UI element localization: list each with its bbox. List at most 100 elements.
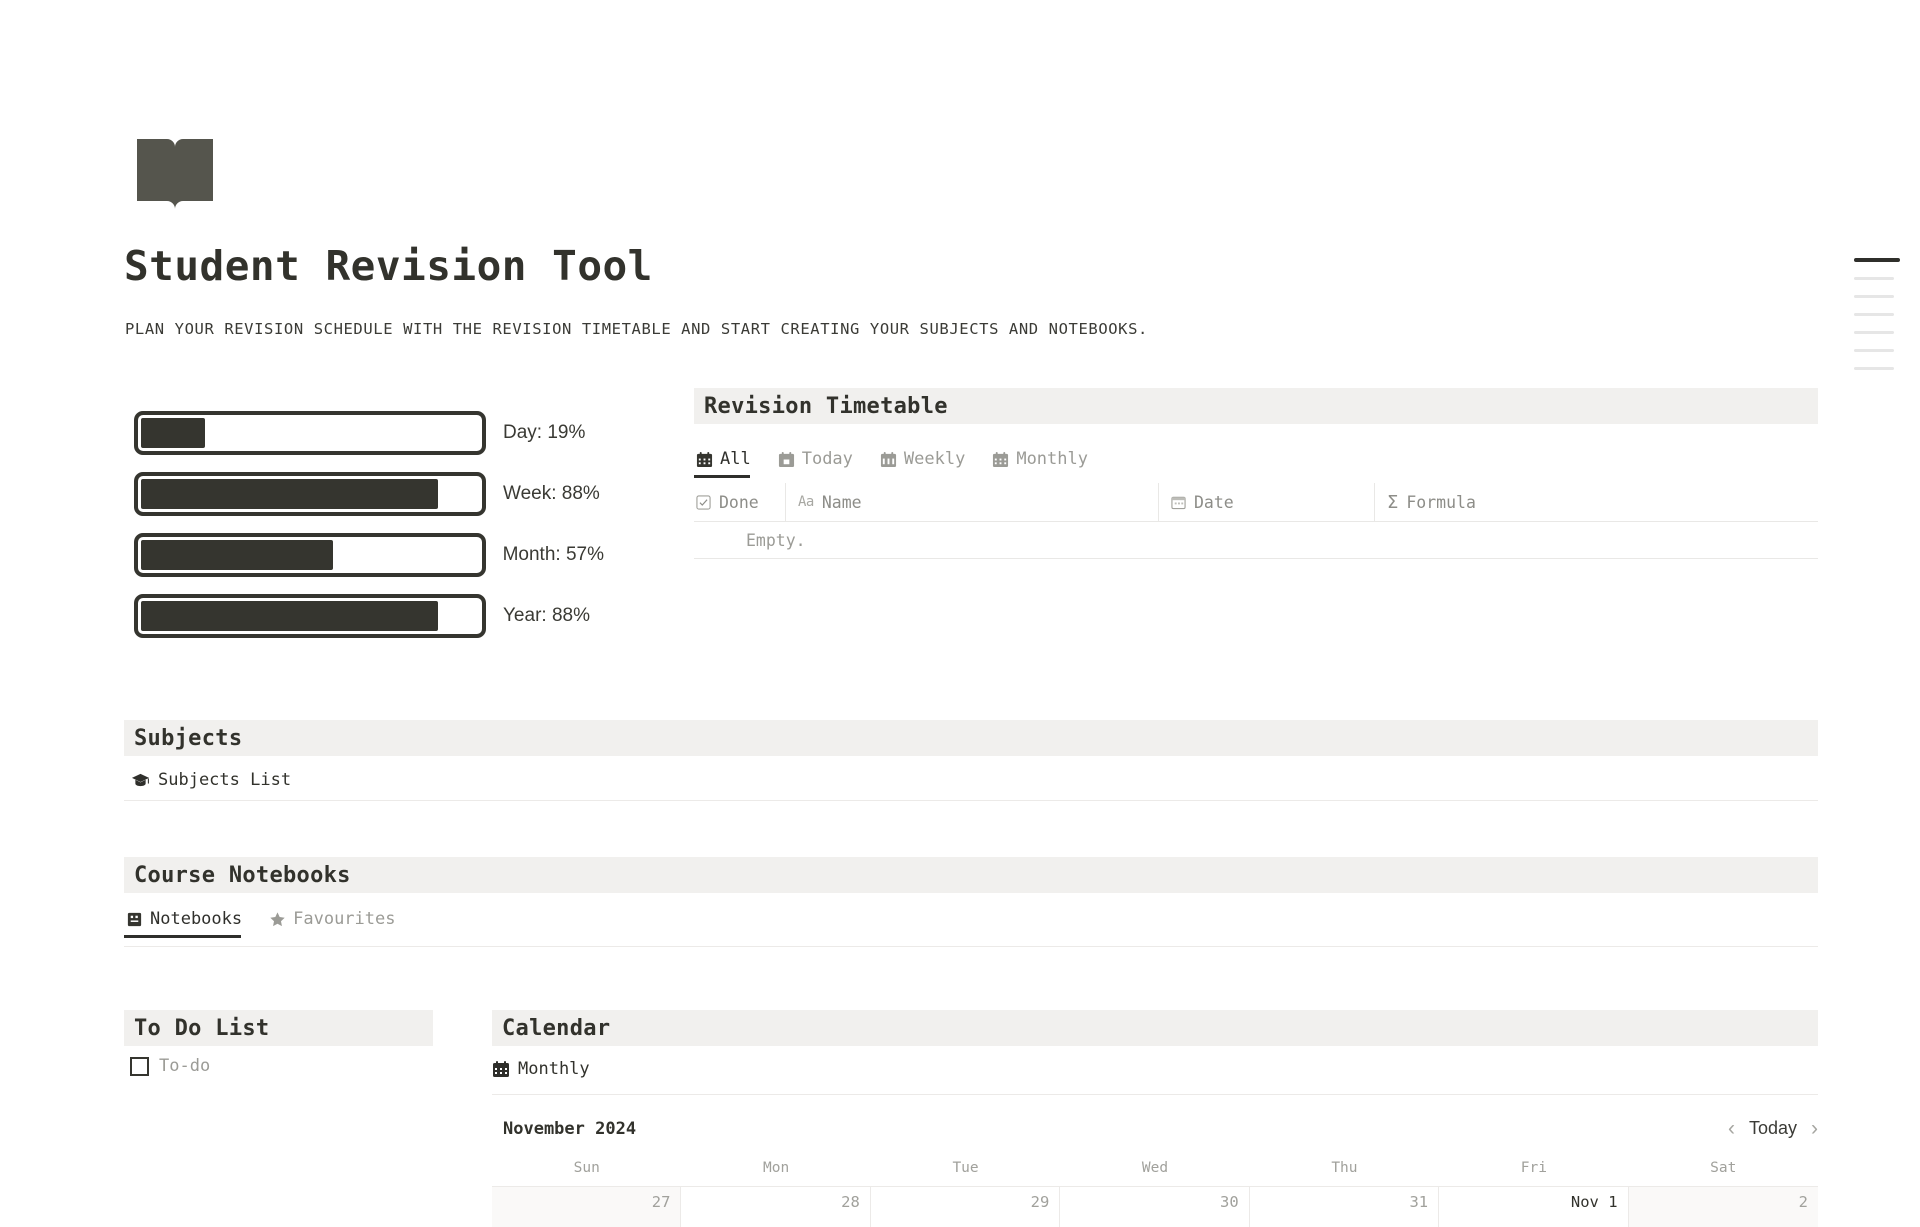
progress-label: Week: 88%	[503, 483, 600, 504]
text-aa-icon: Aa	[798, 494, 814, 510]
timetable-tabs[interactable]: All Today Weekly Monthly	[694, 436, 1113, 478]
section-title: Revision Timetable	[704, 393, 948, 419]
outline-dash[interactable]	[1854, 313, 1894, 316]
column-header-label: Date	[1194, 492, 1234, 512]
checkbox-icon	[696, 494, 711, 510]
section-header-revision-timetable: Revision Timetable	[694, 388, 1818, 424]
tab-weekly[interactable]: Weekly	[878, 449, 976, 478]
progress-summary: Day: 19% Week: 88% Month: 57% Year: 88%	[134, 408, 604, 652]
calendar-icon	[696, 451, 713, 468]
outline-dash[interactable]	[1854, 277, 1894, 280]
calendar-view-selector[interactable]: Monthly	[492, 1059, 590, 1079]
section-title: Calendar	[502, 1015, 611, 1041]
calendar-today-icon	[778, 451, 795, 468]
notebooks-divider	[124, 946, 1818, 947]
progress-fill	[141, 540, 334, 570]
progress-row: Day: 19%	[134, 408, 604, 458]
weekday-label: Mon	[763, 1160, 790, 1176]
calendar-weekday-header: Sun Mon Tue Wed Thu Fri Sat	[492, 1160, 1818, 1186]
section-title: Subjects	[134, 725, 243, 751]
outline-dash[interactable]	[1854, 349, 1894, 352]
weekday-label: Wed	[1141, 1160, 1169, 1176]
todo-item[interactable]: To-do	[130, 1056, 210, 1076]
section-title: To Do List	[134, 1015, 270, 1041]
calendar-day-cell[interactable]: 28	[681, 1187, 871, 1227]
page-title: Student Revision Tool	[124, 242, 653, 290]
chevron-left-icon[interactable]: ‹	[1728, 1118, 1735, 1139]
calendar-week-icon	[880, 451, 897, 468]
calendar-day-cell[interactable]: 31	[1249, 1187, 1440, 1227]
column-header-date[interactable]: Date	[1159, 483, 1375, 521]
calendar-month-icon	[992, 451, 1009, 468]
section-header-calendar: Calendar	[492, 1010, 1818, 1046]
weekday-label: Tue	[952, 1160, 979, 1176]
column-header-done[interactable]: Done	[694, 483, 786, 521]
progress-label: Month: 57%	[502, 544, 604, 565]
notebooks-tabs[interactable]: Notebooks Favourites	[124, 896, 420, 938]
tab-label: Favourites	[293, 909, 396, 929]
column-header-name[interactable]: Aa Name	[786, 483, 1159, 521]
calendar-day-cell[interactable]: 29	[870, 1187, 1061, 1227]
tab-label: Today	[801, 449, 853, 469]
column-header-label: Done	[719, 492, 759, 512]
page-root: Student Revision Tool PLAN YOUR REVISION…	[0, 0, 1920, 1227]
calendar-nav: ‹ Today ›	[1728, 1118, 1818, 1139]
progress-fill	[141, 601, 439, 631]
calendar-divider	[492, 1094, 1818, 1095]
calendar-day-cell[interactable]: 27	[492, 1187, 682, 1227]
outline-dash[interactable]	[1854, 367, 1894, 370]
notebook-icon	[126, 911, 143, 928]
todo-placeholder: To-do	[159, 1056, 211, 1076]
progress-fill	[141, 479, 439, 509]
progress-label: Day: 19%	[503, 422, 586, 443]
timetable-empty-row: Empty.	[694, 522, 1818, 559]
star-icon	[269, 911, 286, 928]
outline-dash[interactable]	[1854, 258, 1900, 262]
tab-label: Notebooks	[150, 909, 243, 929]
todo-checkbox[interactable]	[130, 1056, 149, 1076]
progress-track	[134, 472, 486, 516]
outline-rail[interactable]	[1854, 258, 1904, 385]
weekday-label: Thu	[1331, 1160, 1358, 1176]
graduation-cap-icon	[131, 771, 150, 790]
calendar-small-icon	[1171, 495, 1186, 510]
outline-dash[interactable]	[1854, 331, 1894, 334]
today-button[interactable]: Today	[1749, 1118, 1797, 1139]
page-subtitle: PLAN YOUR REVISION SCHEDULE WITH THE REV…	[125, 320, 1148, 338]
tab-today[interactable]: Today	[776, 449, 864, 478]
column-header-label: Name	[821, 492, 862, 512]
progress-label: Year: 88%	[503, 605, 590, 626]
section-header-subjects: Subjects	[124, 720, 1818, 756]
tab-monthly[interactable]: Monthly	[990, 449, 1099, 478]
calendar-toolbar: November 2024 ‹ Today ›	[503, 1118, 1818, 1139]
outline-dash[interactable]	[1854, 295, 1894, 298]
calendar-day-cell[interactable]: 2	[1628, 1187, 1818, 1227]
tab-notebooks[interactable]: Notebooks	[124, 909, 253, 938]
chevron-right-icon[interactable]: ›	[1811, 1118, 1818, 1139]
column-header-formula[interactable]: Σ Formula	[1375, 483, 1818, 521]
progress-fill	[141, 418, 206, 448]
tab-all[interactable]: All	[694, 449, 762, 478]
tab-label: Weekly	[903, 449, 966, 469]
section-header-to-do-list: To Do List	[124, 1010, 433, 1046]
weekday-label: Sat	[1710, 1160, 1737, 1176]
calendar-day-cell[interactable]: 30	[1060, 1187, 1250, 1227]
subjects-list-item[interactable]: Subjects List	[131, 770, 291, 790]
open-book-icon	[134, 136, 216, 212]
section-header-course-notebooks: Course Notebooks	[124, 857, 1818, 893]
progress-row: Month: 57%	[134, 530, 604, 580]
column-header-label: Formula	[1406, 492, 1476, 512]
progress-row: Year: 88%	[134, 591, 604, 641]
weekday-label: Sun	[573, 1160, 600, 1176]
progress-track	[134, 594, 486, 638]
subjects-list-label: Subjects List	[158, 770, 292, 790]
tab-favourites[interactable]: Favourites	[267, 909, 406, 938]
calendar-icon	[492, 1060, 510, 1078]
calendar-month-label: November 2024	[503, 1118, 637, 1139]
progress-row: Week: 88%	[134, 469, 604, 519]
progress-track	[134, 411, 486, 455]
timetable-header-row: Done Aa Name Date Σ Formula	[694, 483, 1818, 522]
calendar-day-cell[interactable]: Nov 1	[1439, 1187, 1629, 1227]
calendar-week-row: 27 28 29 30 31 Nov 12	[492, 1186, 1818, 1227]
calendar-view-label: Monthly	[518, 1059, 590, 1079]
